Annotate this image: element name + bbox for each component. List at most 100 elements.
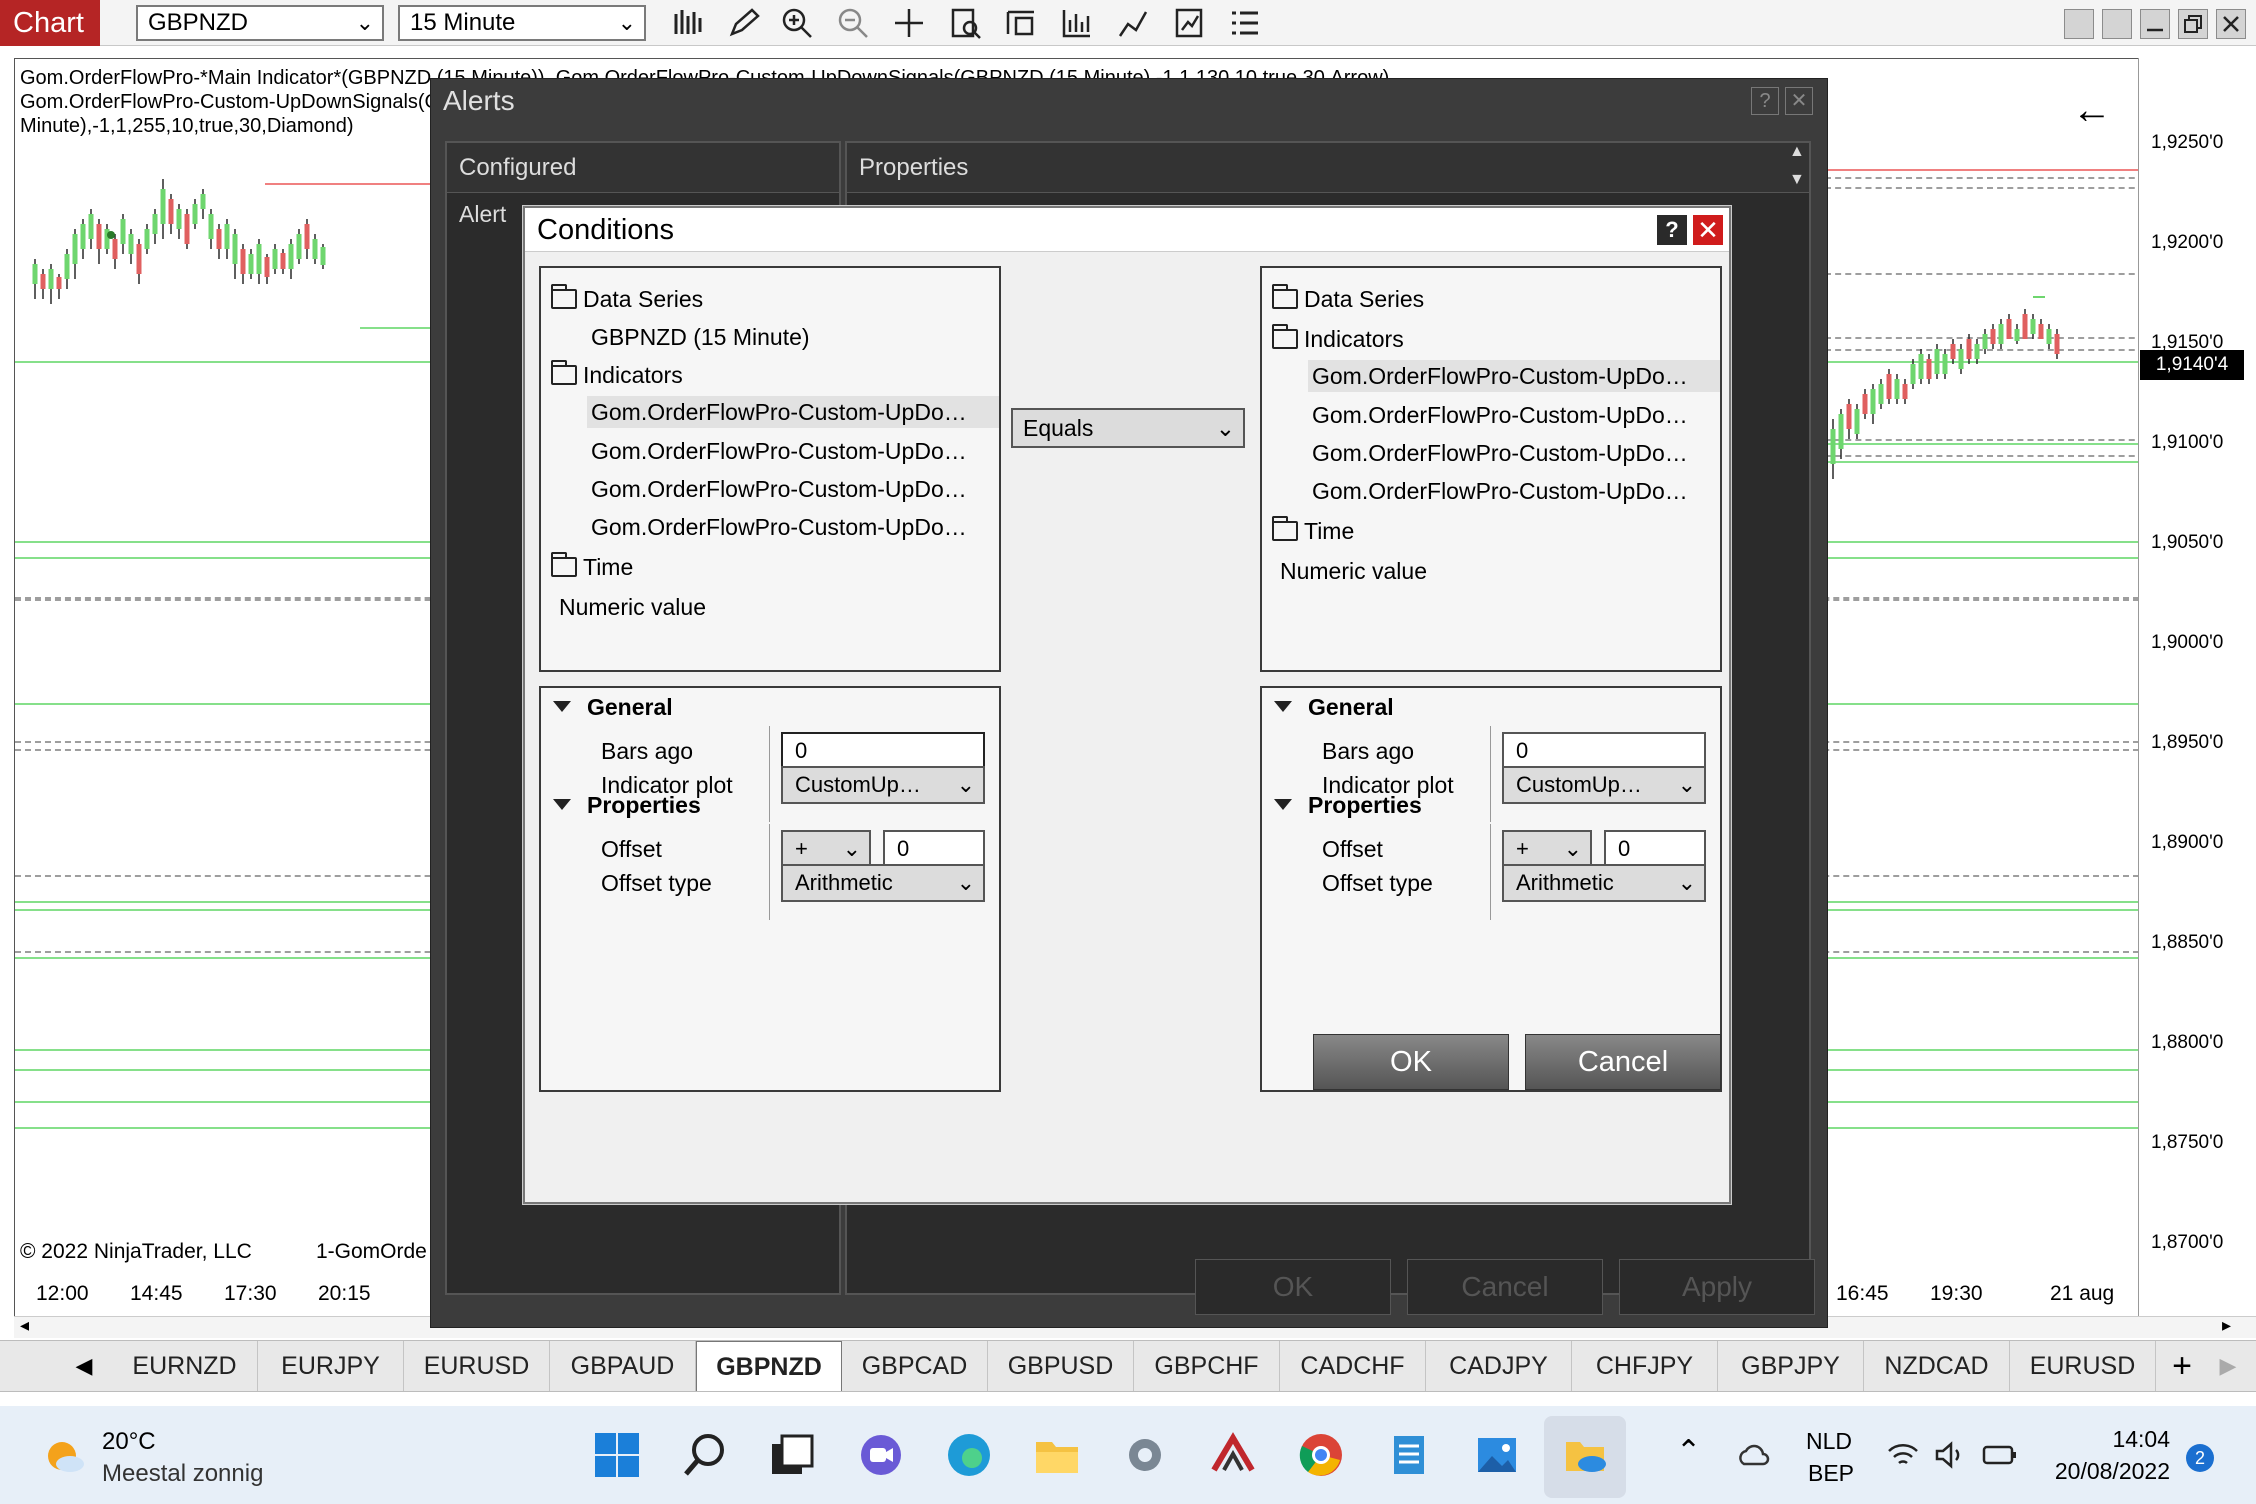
language-top[interactable]: NLD [1806,1428,1852,1455]
zoom-in-icon[interactable] [780,6,814,40]
section-general[interactable]: General [1274,694,1394,721]
battery-icon[interactable] [1982,1442,2018,1468]
conditions-cancel-button[interactable]: Cancel [1525,1034,1721,1090]
weather-sun-icon[interactable] [40,1432,88,1480]
alerts-cancel-button[interactable]: Cancel [1407,1259,1603,1315]
instrument-tab[interactable]: GBPUSD [988,1341,1134,1391]
instrument-tab[interactable]: GBPAUD [550,1341,696,1391]
volume-icon[interactable] [1060,6,1094,40]
instrument-tab[interactable]: NZDCAD [1864,1341,2010,1391]
settings-gear-icon[interactable] [1120,1430,1170,1480]
back-arrow-icon[interactable]: ← [2072,88,2112,133]
edge-browser-icon[interactable] [944,1430,994,1480]
windows-start-icon[interactable] [592,1430,642,1480]
volume-speaker-icon[interactable] [1934,1440,1968,1470]
onedrive-folder-icon[interactable] [1560,1430,1610,1480]
search-icon[interactable] [680,1430,730,1480]
pencil-icon[interactable] [726,6,760,40]
instrument-tab[interactable]: CHFJPY [1572,1341,1718,1391]
offset-type-select[interactable]: Arithmetic ⌄ [781,864,985,902]
notepad-icon[interactable] [1384,1430,1434,1480]
add-tab-button[interactable]: + [2158,1341,2206,1391]
indicators-icon[interactable] [1172,6,1206,40]
tree-folder-data-series[interactable]: Data Series [1272,284,1424,313]
tree-folder-indicators[interactable]: Indicators [551,360,683,389]
instrument-tab[interactable]: CADJPY [1426,1341,1572,1391]
instrument-tab[interactable]: EURUSD [2010,1341,2156,1391]
bars-ago-input[interactable]: 0 [1502,732,1706,770]
bars-ago-input[interactable]: 0 [781,732,985,770]
weather-desc[interactable]: Meestal zonnig [102,1460,263,1488]
tree-item-indicator-selected[interactable]: Gom.OrderFlowPro-Custom-UpDo… [587,396,999,428]
crosshair-icon[interactable] [892,6,926,40]
tree-item-indicator[interactable]: Gom.OrderFlowPro-Custom-UpDo… [591,476,967,503]
tree-item-numeric[interactable]: Numeric value [1280,558,1427,585]
list-icon[interactable] [1228,6,1262,40]
zoom-out-icon[interactable] [836,6,870,40]
chart-tab[interactable]: Chart [0,0,100,46]
window-tile-button[interactable] [2064,9,2094,39]
scroll-right-icon[interactable]: ▸ [2222,1315,2231,1336]
language-bottom[interactable]: BEP [1808,1460,1854,1487]
scroll-left-icon[interactable]: ◂ [20,1315,29,1336]
tree-item-indicator[interactable]: Gom.OrderFlowPro-Custom-UpDo… [1312,440,1688,467]
teams-chat-icon[interactable] [856,1430,906,1480]
instrument-tab[interactable]: GBPCHF [1134,1341,1280,1391]
tree-item-indicator[interactable]: Gom.OrderFlowPro-Custom-UpDo… [591,438,967,465]
clock-date[interactable]: 20/08/2022 [2030,1458,2170,1485]
tray-overflow-icon[interactable]: ⌃ [1676,1434,1701,1469]
scroll-down-icon[interactable]: ▼ [1789,171,1805,189]
bars-icon[interactable] [670,6,704,40]
alerts-ok-button[interactable]: OK [1195,1259,1391,1315]
instrument-tab[interactable]: CADCHF [1280,1341,1426,1391]
interval-selector[interactable]: 15 Minute ⌄ [398,5,646,41]
offset-sign-select[interactable]: + ⌄ [781,830,871,868]
photos-icon[interactable] [1472,1430,1522,1480]
restore-button[interactable] [2178,9,2208,39]
tabs-left-arrow-icon[interactable]: ◀ [60,1341,108,1391]
section-properties[interactable]: Properties [553,792,701,819]
tree-folder-time[interactable]: Time [551,552,633,581]
instrument-tab[interactable]: EURJPY [258,1341,404,1391]
tree-item-indicator[interactable]: Gom.OrderFlowPro-Custom-UpDo… [1312,478,1688,505]
cloud-sync-icon[interactable] [1736,1440,1770,1470]
scroll-up-icon[interactable]: ▲ [1789,143,1805,161]
alerts-close-button[interactable]: ✕ [1785,87,1813,115]
tree-folder-time[interactable]: Time [1272,516,1354,545]
file-explorer-icon[interactable] [1032,1430,1082,1480]
section-general[interactable]: General [553,694,673,721]
tree-item-indicator[interactable]: Gom.OrderFlowPro-Custom-UpDo… [1312,402,1688,429]
data-box-icon[interactable] [948,6,982,40]
tree-folder-data-series[interactable]: Data Series [551,284,703,313]
alerts-help-button[interactable]: ? [1751,87,1779,115]
instrument-tab[interactable]: EURNZD [112,1341,258,1391]
minimize-button[interactable] [2140,9,2170,39]
tree-item-numeric[interactable]: Numeric value [559,594,706,621]
tree-item-series[interactable]: GBPNZD (15 Minute) [591,324,810,351]
clock-time[interactable]: 14:04 [2070,1426,2170,1453]
tabs-right-arrow-icon[interactable]: ▶ [2208,1341,2248,1391]
properties-icon[interactable] [1004,6,1038,40]
indicator-plot-select[interactable]: CustomUp… ⌄ [781,766,985,804]
instrument-tab[interactable]: GBPCAD [842,1341,988,1391]
instrument-tab[interactable]: GBPJPY [1718,1341,1864,1391]
tree-item-indicator[interactable]: Gom.OrderFlowPro-Custom-UpDo… [591,514,967,541]
chrome-browser-icon[interactable] [1296,1430,1346,1480]
tree-item-indicator-selected[interactable]: Gom.OrderFlowPro-Custom-UpDo… [1308,360,1720,392]
conditions-close-button[interactable]: ✕ [1693,215,1723,245]
offset-sign-select[interactable]: + ⌄ [1502,830,1592,868]
offset-type-select[interactable]: Arithmetic ⌄ [1502,864,1706,902]
conditions-ok-button[interactable]: OK [1313,1034,1509,1090]
strategy-icon[interactable] [1116,6,1150,40]
task-view-icon[interactable] [768,1430,818,1480]
close-window-button[interactable] [2216,9,2246,39]
notification-badge[interactable]: 2 [2186,1444,2214,1472]
offset-input[interactable]: 0 [1604,830,1706,868]
conditions-help-button[interactable]: ? [1657,215,1687,245]
instrument-tab[interactable]: EURUSD [404,1341,550,1391]
section-properties[interactable]: Properties [1274,792,1422,819]
wifi-icon[interactable] [1886,1440,1920,1470]
tree-folder-indicators[interactable]: Indicators [1272,324,1404,353]
weather-temp[interactable]: 20°C [102,1428,156,1456]
operator-select[interactable]: Equals ⌄ [1011,408,1245,448]
